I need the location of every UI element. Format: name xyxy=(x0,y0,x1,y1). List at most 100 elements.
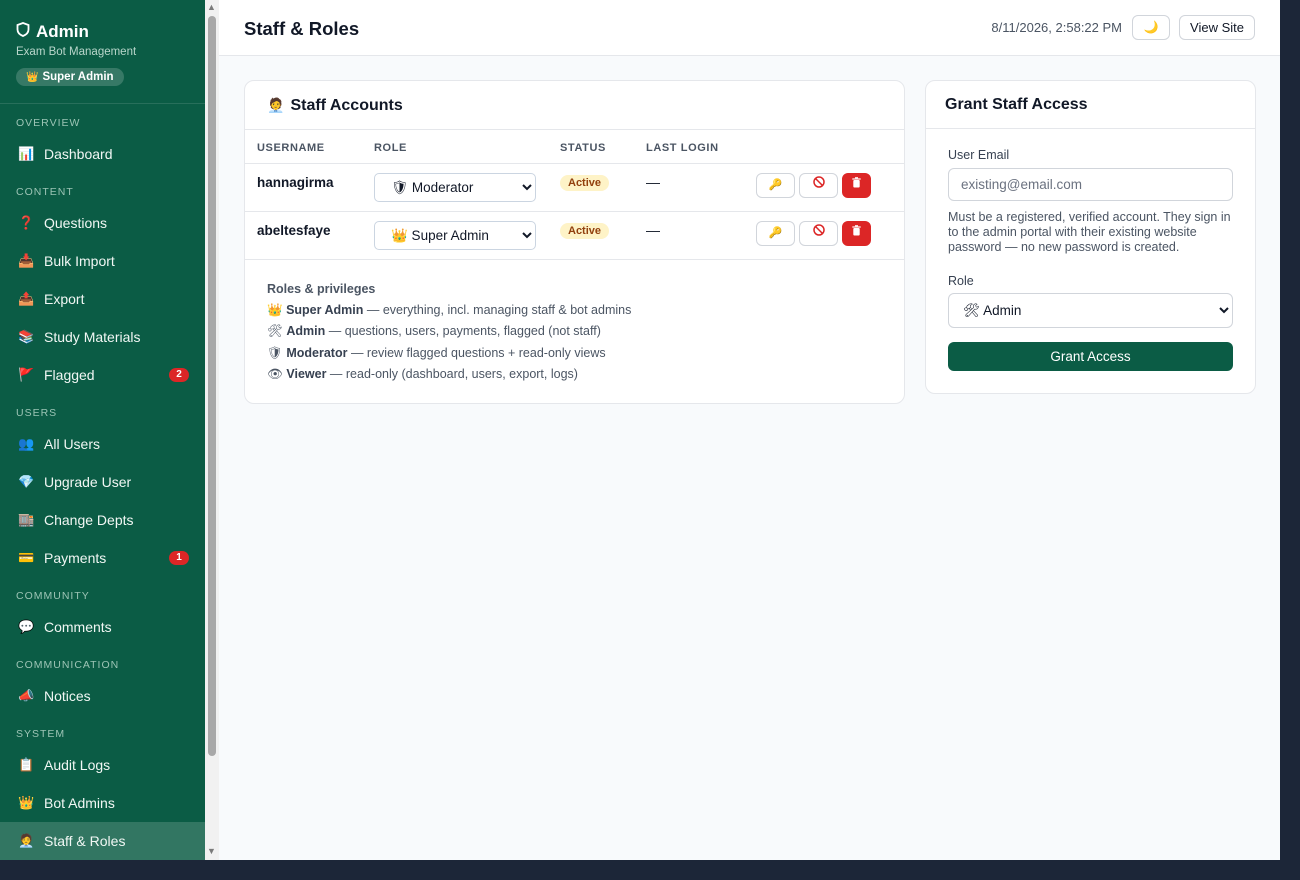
books-icon: 📚 xyxy=(18,329,35,344)
staff-accounts-header: 🧑‍💼 Staff Accounts xyxy=(245,81,904,130)
trash-icon xyxy=(852,224,861,239)
status-badge: Active xyxy=(560,174,610,191)
crown-icon: 👑 xyxy=(267,302,283,317)
section-system: SYSTEM xyxy=(16,728,66,740)
scroll-up-arrow-icon[interactable]: ▲ xyxy=(207,2,216,12)
sidebar-item-study-materials[interactable]: 📚 Study Materials xyxy=(0,318,205,356)
roles-privileges: Roles & privileges 👑 Super Admin — every… xyxy=(245,260,904,389)
sidebar-item-label: Notices xyxy=(44,688,91,704)
topbar: Staff & Roles 8/11/2026, 2:58:22 PM 🌙 Vi… xyxy=(219,0,1280,56)
moon-icon: 🌙 xyxy=(1143,20,1159,34)
scrollbar-thumb[interactable] xyxy=(208,16,216,756)
flagged-count-badge: 2 xyxy=(169,368,189,382)
flag-icon: 🚩 xyxy=(18,367,35,382)
sidebar-item-label: Study Materials xyxy=(44,329,141,345)
sidebar-scrollbar[interactable]: ▲ ▼ xyxy=(205,0,219,860)
last-login: — xyxy=(646,221,660,238)
sidebar-item-label: Change Depts xyxy=(44,512,134,528)
sidebar-item-label: Comments xyxy=(44,619,112,635)
status-badge: Active xyxy=(560,222,610,239)
sidebar-item-label: Bot Admins xyxy=(44,795,115,811)
privilege-moderator: 🛡 Moderator — review flagged questions +… xyxy=(267,346,882,368)
sidebar-item-bot-admins[interactable]: 👑 Bot Admins xyxy=(0,784,205,822)
role-badge: 👑 Super Admin xyxy=(16,68,124,86)
role-label: Role xyxy=(948,274,974,288)
sidebar-item-change-depts[interactable]: 🏬 Change Depts xyxy=(0,501,205,539)
reset-key-button[interactable]: 🔑 xyxy=(756,220,795,246)
sidebar-item-label: Export xyxy=(44,291,85,307)
grant-access-form: User Email Must be a registered, verifie… xyxy=(926,129,1255,371)
brand-subtitle: Exam Bot Management xyxy=(16,46,137,58)
last-login: — xyxy=(646,173,660,190)
sidebar-item-label: Bulk Import xyxy=(44,253,115,269)
sidebar-item-staff-roles[interactable]: 🧑‍💼 Staff & Roles xyxy=(0,822,205,860)
view-site-button[interactable]: View Site xyxy=(1179,15,1255,40)
crown-icon: 👑 xyxy=(18,795,35,810)
sidebar-item-label: All Users xyxy=(44,436,101,452)
role-select[interactable]: 👑 Super Admin 🛠 Admin 🛡 Moderator 👁 View… xyxy=(374,220,536,250)
speech-bubble-icon: 💬 xyxy=(18,619,35,634)
privilege-name: Admin xyxy=(286,324,326,338)
sidebar-item-payments[interactable]: 💳 Payments 1 xyxy=(0,539,205,577)
column-header-last-login: LAST LOGIN xyxy=(646,130,756,164)
privilege-desc: — review flagged questions + read-only v… xyxy=(347,345,606,360)
column-header-actions xyxy=(756,130,904,164)
sidebar-item-questions[interactable]: ❓ Questions xyxy=(0,204,205,242)
credit-card-icon: 💳 xyxy=(18,550,35,565)
sidebar-item-label: Dashboard xyxy=(44,146,113,162)
sidebar-item-audit-logs[interactable]: 📋 Audit Logs xyxy=(0,746,205,784)
sidebar-item-bulk-import[interactable]: 📥 Bulk Import xyxy=(0,242,205,280)
staff-accounts-title: Staff Accounts xyxy=(290,97,403,114)
grant-access-header: Grant Staff Access xyxy=(926,81,1255,129)
shield-icon: 🛡 xyxy=(267,345,283,360)
scroll-down-arrow-icon[interactable]: ▼ xyxy=(207,846,216,856)
privilege-super-admin: 👑 Super Admin — everything, incl. managi… xyxy=(267,303,882,325)
reset-key-button[interactable]: 🔑 xyxy=(756,172,795,198)
sidebar-item-comments[interactable]: 💬 Comments xyxy=(0,608,205,646)
section-content: CONTENT xyxy=(16,186,74,198)
question-icon: ❓ xyxy=(18,215,35,230)
sidebar-item-export[interactable]: 📤 Export xyxy=(0,280,205,318)
sidebar-item-upgrade-user[interactable]: 💎 Upgrade User xyxy=(0,463,205,501)
main-content: Staff & Roles 8/11/2026, 2:58:22 PM 🌙 Vi… xyxy=(219,0,1280,860)
sidebar-item-dashboard[interactable]: 📊 Dashboard xyxy=(0,135,205,173)
disable-button[interactable] xyxy=(799,220,838,246)
sidebar-item-label: Audit Logs xyxy=(44,757,111,773)
tools-icon: 🛠 xyxy=(267,324,283,338)
brand-title-text: Admin xyxy=(36,22,89,41)
email-field[interactable] xyxy=(948,168,1233,201)
inbox-icon: 📥 xyxy=(18,253,35,268)
key-icon: 🔑 xyxy=(768,226,783,239)
delete-button[interactable] xyxy=(842,220,871,246)
megaphone-icon: 📣 xyxy=(18,688,35,703)
table-row: abeltesfaye 👑 Super Admin 🛠 Admin 🛡 Mode… xyxy=(245,211,904,260)
gem-icon: 💎 xyxy=(18,474,35,489)
timestamp: 8/11/2026, 2:58:22 PM xyxy=(991,20,1122,35)
privilege-name: Viewer xyxy=(286,367,327,381)
sidebar-item-notices[interactable]: 📣 Notices xyxy=(0,677,205,715)
sidebar-item-label: Questions xyxy=(44,215,108,231)
clipboard-icon: 📋 xyxy=(18,757,35,772)
privilege-admin: 🛠 Admin — questions, users, payments, fl… xyxy=(267,324,882,346)
trash-icon xyxy=(852,176,861,191)
disable-button[interactable] xyxy=(799,172,838,198)
sidebar-item-flagged[interactable]: 🚩 Flagged 2 xyxy=(0,356,205,394)
staff-icon: 🧑‍💼 xyxy=(267,97,285,113)
grant-access-button[interactable]: Grant Access xyxy=(948,342,1233,371)
privilege-desc: — everything, incl. managing staff & bot… xyxy=(363,302,632,317)
table-row: hannagirma 👑 Super Admin 🛠 Admin 🛡 Moder… xyxy=(245,163,904,212)
role-select[interactable]: 👑 Super Admin 🛠 Admin 🛡 Moderator 👁 View… xyxy=(374,172,536,202)
role-badge-label: Super Admin xyxy=(42,71,114,83)
privilege-viewer: 👁 Viewer — read-only (dashboard, users, … xyxy=(267,367,882,389)
username: abeltesfaye xyxy=(257,222,331,238)
page-title: Staff & Roles xyxy=(244,18,360,39)
grant-access-card: Grant Staff Access User Email Must be a … xyxy=(925,80,1256,394)
delete-button[interactable] xyxy=(842,172,871,198)
grant-role-select[interactable]: 🛠 Admin xyxy=(948,293,1233,328)
section-overview: OVERVIEW xyxy=(16,117,81,129)
users-icon: 👥 xyxy=(18,436,35,451)
theme-toggle-button[interactable]: 🌙 xyxy=(1132,15,1170,40)
privileges-title: Roles & privileges xyxy=(267,281,376,296)
sidebar-item-all-users[interactable]: 👥 All Users xyxy=(0,425,205,463)
privilege-desc: — read-only (dashboard, users, export, l… xyxy=(326,367,578,381)
